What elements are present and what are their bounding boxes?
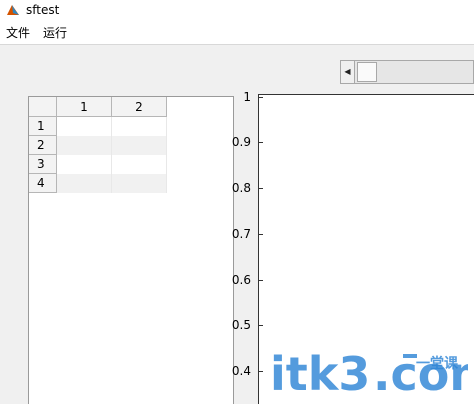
table-row-header[interactable]: 2 xyxy=(29,136,57,155)
y-tick-label: 0.9 xyxy=(231,135,251,149)
y-tick-mark xyxy=(258,97,263,98)
y-tick-mark xyxy=(258,234,263,235)
menu-run[interactable]: 运行 xyxy=(43,26,67,40)
watermark-logo: itk3 .com 一堂课 xyxy=(270,347,468,401)
horizontal-slider[interactable]: ◀ xyxy=(340,60,474,84)
table-cell[interactable] xyxy=(57,136,112,155)
svg-text:itk3: itk3 xyxy=(270,347,370,401)
y-tick-label: 0.7 xyxy=(231,227,251,241)
y-tick-label: 0.4 xyxy=(231,364,251,378)
table-column-header[interactable]: 2 xyxy=(112,97,167,117)
slider-left-arrow-icon[interactable]: ◀ xyxy=(341,61,355,83)
y-tick-label: 0.6 xyxy=(231,273,251,287)
table-row-header[interactable]: 1 xyxy=(29,117,57,136)
y-tick-mark xyxy=(258,325,263,326)
table-column-header[interactable]: 1 xyxy=(57,97,112,117)
table-cell[interactable] xyxy=(112,117,167,136)
menu-file[interactable]: 文件 xyxy=(6,26,30,40)
y-tick-label: 0.8 xyxy=(231,181,251,195)
table-cell[interactable] xyxy=(112,174,167,193)
table-cell[interactable] xyxy=(112,155,167,174)
y-tick-mark xyxy=(258,188,263,189)
menu-bar: 文件 运行 xyxy=(0,22,474,44)
window-title: sftest xyxy=(26,3,60,17)
table-corner xyxy=(29,97,57,117)
title-bar: sftest xyxy=(0,0,474,22)
y-tick-mark xyxy=(258,371,263,372)
matlab-icon xyxy=(7,5,19,15)
table-row-header[interactable]: 4 xyxy=(29,174,57,193)
uitable[interactable]: 1 2 1 2 3 4 xyxy=(28,96,234,404)
table-row-header[interactable]: 3 xyxy=(29,155,57,174)
table-cell[interactable] xyxy=(57,155,112,174)
y-tick-mark xyxy=(258,142,263,143)
y-tick-mark xyxy=(258,280,263,281)
svg-text:一堂课: 一堂课 xyxy=(416,355,459,372)
menu-divider xyxy=(0,44,474,45)
slider-thumb[interactable] xyxy=(357,62,377,82)
y-tick-label: 1 xyxy=(243,90,251,104)
y-tick-label: 0.5 xyxy=(231,318,251,332)
table-cell[interactable] xyxy=(57,174,112,193)
table-cell[interactable] xyxy=(57,117,112,136)
table-cell[interactable] xyxy=(112,136,167,155)
